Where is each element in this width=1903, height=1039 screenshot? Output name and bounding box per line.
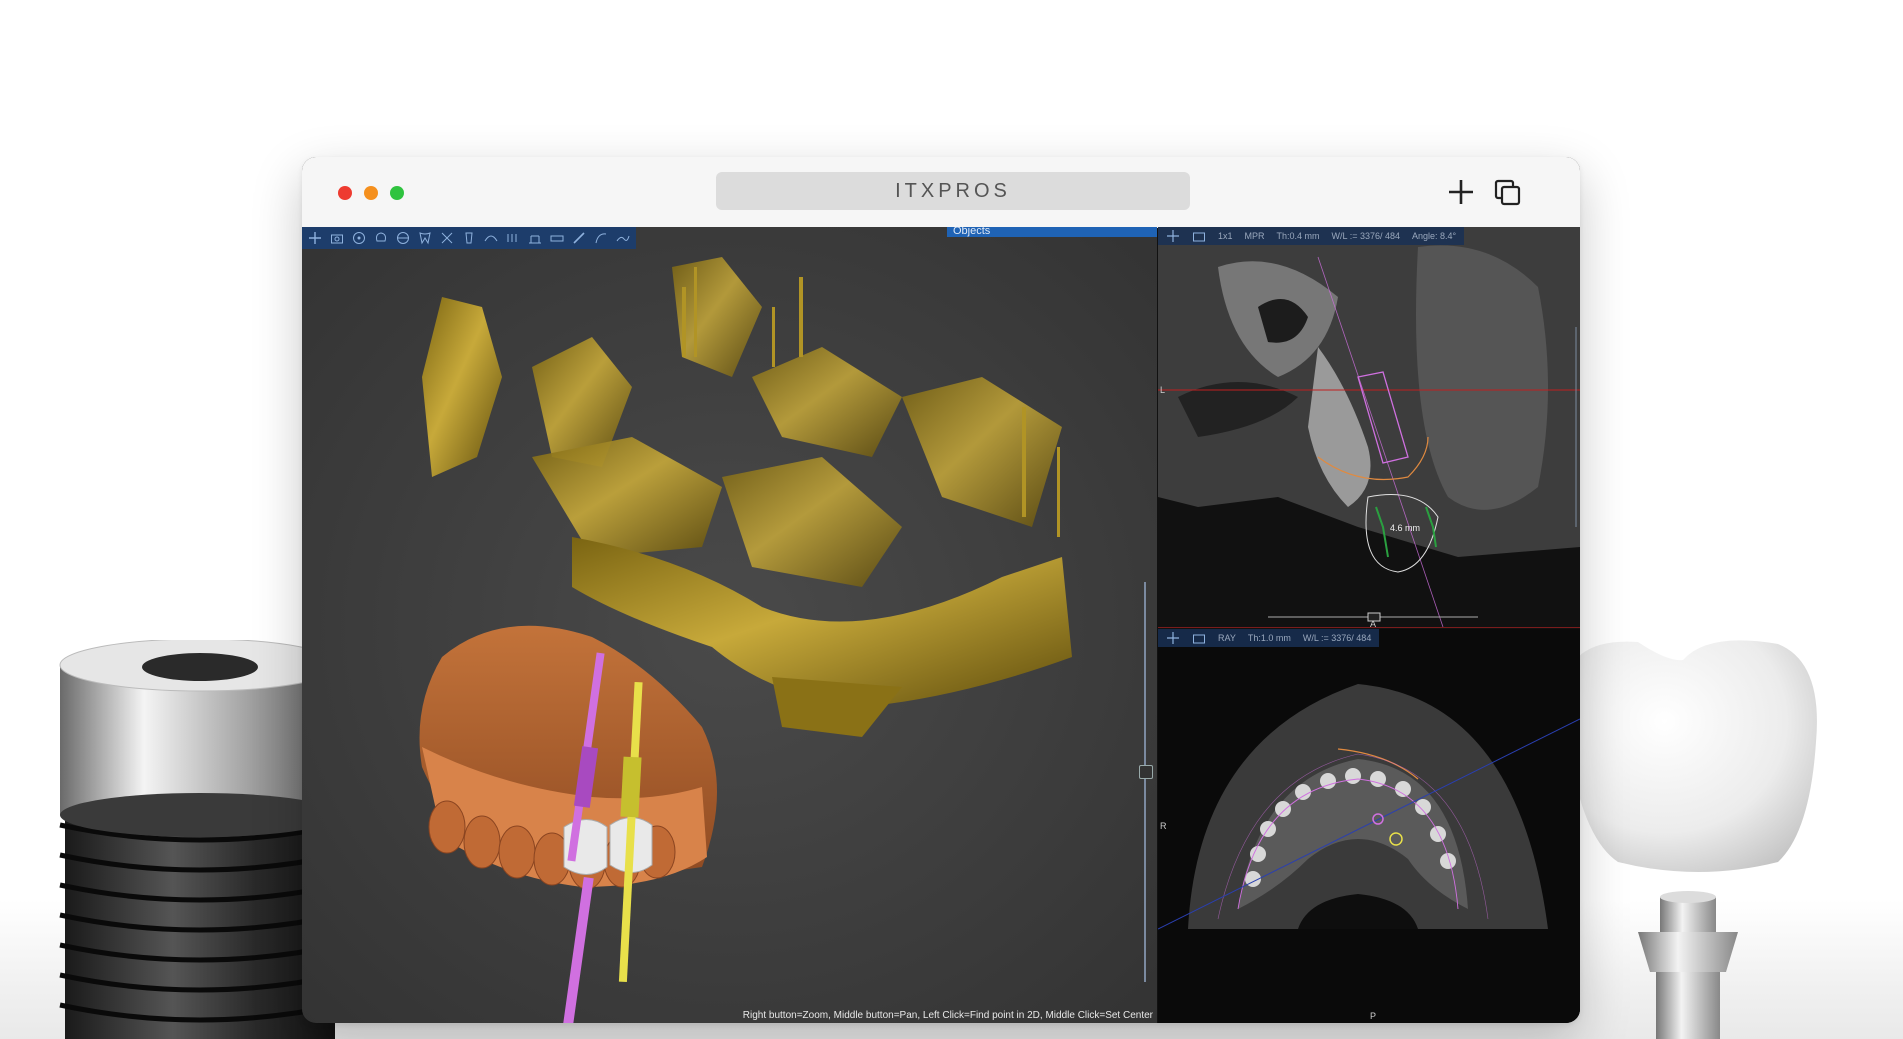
- title-bar: ITXPROS: [302, 157, 1580, 228]
- thickness-label: Th:0.4 mm: [1276, 231, 1320, 241]
- camera-icon[interactable]: [1192, 229, 1206, 243]
- close-window-button[interactable]: [338, 186, 352, 200]
- browser-window: ITXPROS Objects Right button=Zoom, Middl…: [302, 157, 1580, 1023]
- minimize-window-button[interactable]: [364, 186, 378, 200]
- angle-label: Angle: 8.4°: [1412, 231, 1457, 241]
- 3d-viewer[interactable]: Objects Right button=Zoom, Middle button…: [302, 227, 1157, 1023]
- mode-label: RAY: [1218, 633, 1236, 643]
- orientation-left-label: R: [1160, 821, 1167, 831]
- camera-icon[interactable]: [1192, 631, 1206, 645]
- mpr-top-header: 1x1 MPR Th:0.4 mm W/L := 3376/ 484 Angle…: [1158, 227, 1465, 245]
- orientation-bottom-label: A: [1370, 619, 1377, 628]
- duplicate-icon[interactable]: [1492, 177, 1522, 207]
- measurement-label: 4.6 mm: [1390, 523, 1421, 533]
- mode-label: MPR: [1244, 231, 1265, 241]
- orientation-bottom-label: P: [1370, 1011, 1377, 1021]
- window-level-label: W/L := 3376/ 484: [1302, 633, 1372, 643]
- mouse-hint-text: Right button=Zoom, Middle button=Pan, Le…: [742, 1010, 1153, 1021]
- ct-slice-axial: [1158, 629, 1580, 1023]
- address-text: ITXPROS: [895, 179, 1011, 202]
- move-icon[interactable]: [1166, 631, 1180, 645]
- ct-slice-sagittal: [1158, 227, 1580, 627]
- window-level-label: W/L := 3376/ 484: [1331, 231, 1400, 241]
- layout-label[interactable]: 1x1: [1218, 231, 1233, 241]
- mpr-bottom-header: RAY Th:1.0 mm W/L := 3376/ 484: [1158, 629, 1380, 647]
- orientation-left-label: L: [1160, 385, 1166, 395]
- zoom-slider-handle[interactable]: [1139, 765, 1153, 779]
- dental-crown-illustration: [1563, 640, 1817, 1039]
- thickness-label: Th:1.0 mm: [1247, 633, 1291, 643]
- plus-icon[interactable]: [1446, 177, 1476, 207]
- 3d-skull-render: [419, 257, 1072, 1023]
- mpr-axial-panel[interactable]: RAY Th:1.0 mm W/L := 3376/ 484 R P: [1158, 629, 1580, 1023]
- maximize-window-button[interactable]: [390, 186, 404, 200]
- mpr-cross-section-panel[interactable]: 1x1 MPR Th:0.4 mm W/L := 3376/ 484 Angle…: [1158, 227, 1580, 628]
- zoom-slider-track[interactable]: [1144, 582, 1146, 982]
- address-bar[interactable]: ITXPROS: [716, 172, 1190, 210]
- move-icon[interactable]: [1166, 229, 1180, 243]
